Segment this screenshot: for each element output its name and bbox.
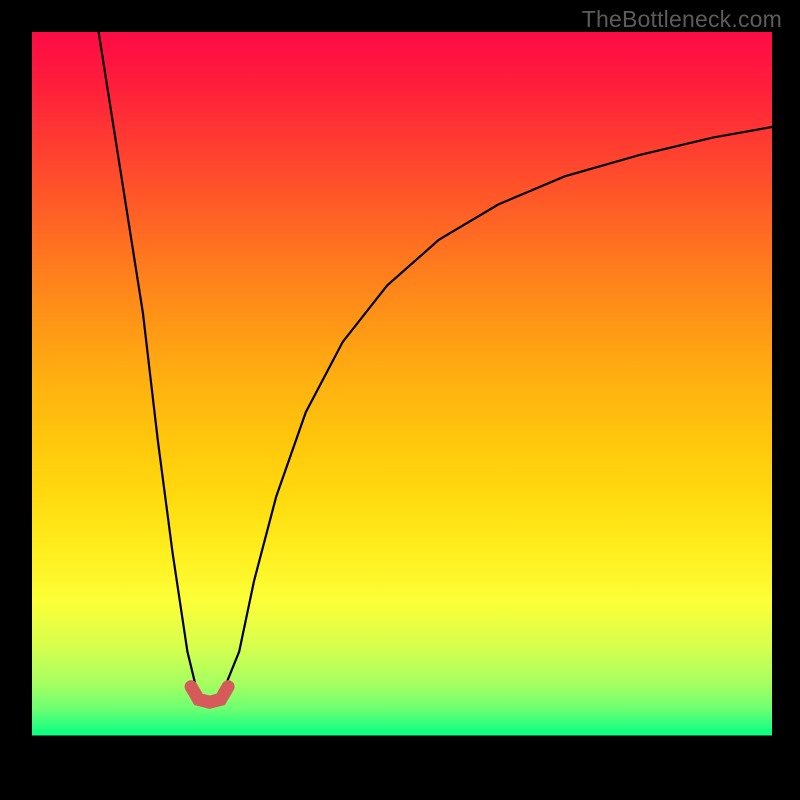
bottleneck-curve xyxy=(99,32,772,702)
highlight-arc xyxy=(191,687,228,703)
plot-area xyxy=(32,32,772,772)
curve-layer xyxy=(32,32,772,772)
watermark-text: TheBottleneck.com xyxy=(582,6,782,33)
chart-frame: TheBottleneck.com xyxy=(0,0,800,800)
